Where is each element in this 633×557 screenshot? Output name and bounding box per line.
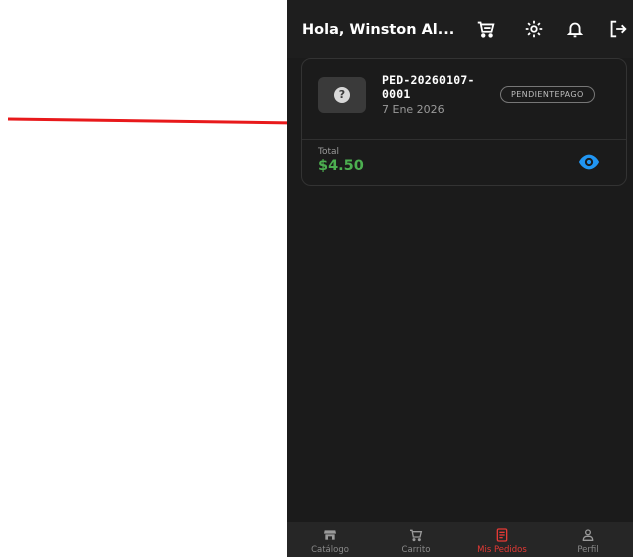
total-value: $4.50 — [318, 158, 364, 174]
nav-label: Perfil — [577, 545, 599, 555]
status-badge: PENDIENTEPAGO — [500, 86, 595, 103]
nav-label: Mis Pedidos — [477, 545, 527, 555]
nav-label: Carrito — [401, 545, 431, 555]
app-bar: Hola, Winston Al... — [287, 0, 633, 58]
store-icon — [324, 530, 336, 540]
cart-icon[interactable] — [475, 18, 497, 40]
order-code: PED-20260107-0001 — [382, 73, 475, 101]
card-divider — [302, 139, 626, 140]
phone-screen: Hola, Winston Al... ? PED-20260107-0001 … — [287, 0, 633, 557]
settings-icon[interactable] — [523, 18, 545, 40]
bell-icon[interactable] — [564, 18, 586, 40]
receipt-icon — [496, 528, 508, 542]
nav-item-catalogo[interactable]: Catálogo — [287, 522, 373, 557]
logout-icon[interactable] — [607, 18, 629, 40]
cart-icon — [410, 529, 423, 542]
nav-item-perfil[interactable]: Perfil — [545, 522, 631, 557]
view-order-eye-icon[interactable] — [578, 151, 600, 173]
total-label: Total — [318, 147, 340, 157]
nav-item-mis-pedidos[interactable]: Mis Pedidos — [459, 522, 545, 557]
nav-label: Catálogo — [311, 545, 349, 555]
nav-item-carrito[interactable]: Carrito — [373, 522, 459, 557]
order-thumbnail: ? — [318, 77, 366, 113]
greeting-text: Hola, Winston Al... — [302, 22, 455, 38]
person-icon — [582, 529, 594, 541]
question-icon: ? — [334, 87, 350, 103]
order-card[interactable]: ? PED-20260107-0001 7 Ene 2026 PENDIENTE… — [301, 58, 627, 186]
order-date: 7 Ene 2026 — [382, 103, 445, 116]
annotation-arrow — [7, 115, 316, 131]
bottom-navigation: Catálogo Carrito Mis Pedidos Perfil — [287, 522, 633, 557]
